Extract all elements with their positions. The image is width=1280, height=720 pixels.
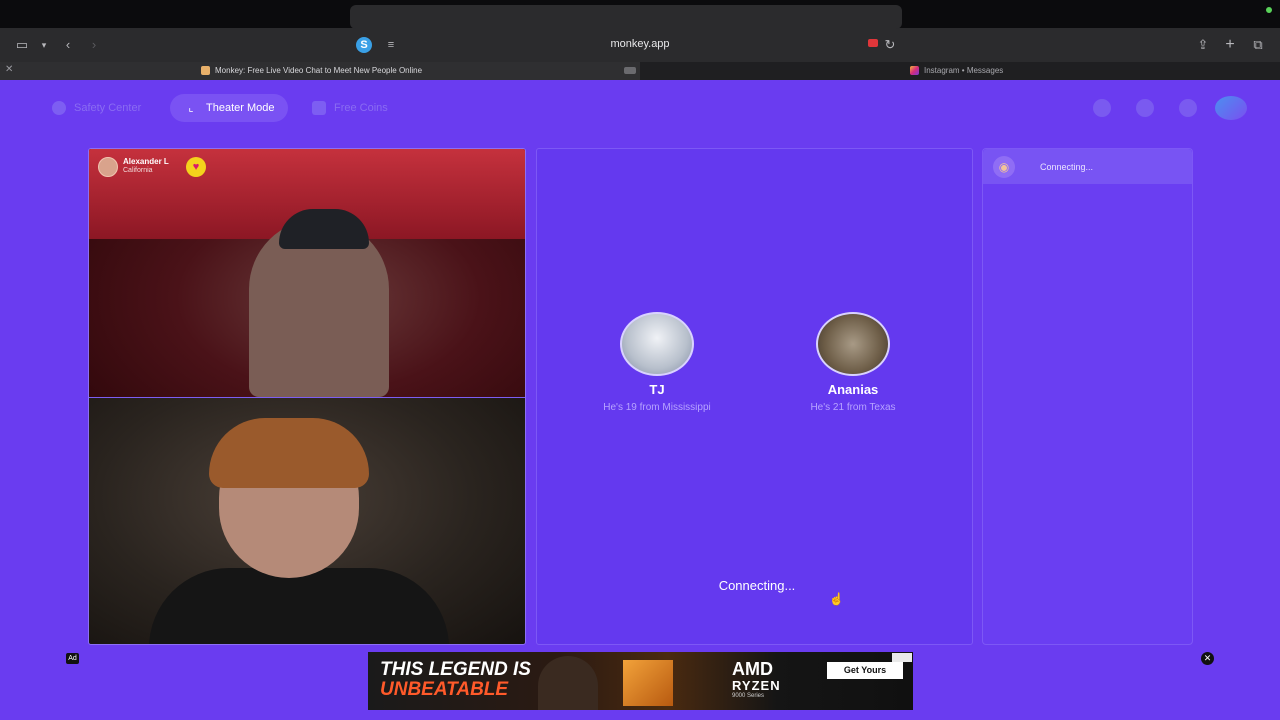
- theater-mode-label: Theater Mode: [206, 102, 275, 114]
- match-subtitle-tj: He's 19 from Mississippi: [603, 402, 711, 413]
- remote-video-feed: Alexander L California ♥: [89, 149, 525, 397]
- hand-cursor-icon: ☝: [829, 592, 844, 606]
- safety-center-button[interactable]: Safety Center: [38, 94, 155, 122]
- camera-recording-icon[interactable]: [868, 39, 878, 47]
- monkey-page: Safety Center ⌞ Theater Mode Free Coins …: [0, 80, 1280, 720]
- video-tab-icon: [624, 67, 636, 74]
- sidebar-toggle-icon[interactable]: ▭: [14, 37, 30, 53]
- address-bar[interactable]: [350, 5, 902, 29]
- close-tab-icon[interactable]: ✕: [5, 64, 13, 75]
- remote-user-name: Alexander L: [123, 157, 169, 166]
- tab-title-monkey[interactable]: Monkey: Free Live Video Chat to Meet New…: [215, 66, 422, 75]
- share-icon[interactable]: ⇪: [1195, 37, 1211, 53]
- tab-title-instagram[interactable]: Instagram • Messages: [924, 66, 1003, 75]
- heart-icon[interactable]: ♥: [186, 157, 206, 177]
- ad-series: 9000 Series: [732, 693, 765, 699]
- remote-person-cap: [279, 209, 369, 249]
- monkey-avatar-icon: ◉: [993, 156, 1015, 178]
- match-avatar-tj[interactable]: [620, 312, 694, 376]
- free-coins-button[interactable]: Free Coins: [298, 94, 402, 122]
- self-person-hair: [209, 418, 369, 488]
- match-name-tj: TJ: [649, 382, 665, 397]
- shield-icon: [52, 101, 66, 115]
- ad-headline-line1: THIS LEGEND IS: [380, 659, 531, 680]
- free-coins-label: Free Coins: [334, 102, 388, 114]
- tab-overview-icon[interactable]: ⧉: [1250, 37, 1266, 53]
- match-card: TJ He's 19 from Mississippi Ananias He's…: [536, 148, 973, 645]
- back-button[interactable]: ‹: [60, 37, 76, 53]
- match-profile-tj[interactable]: TJ He's 19 from Mississippi: [587, 312, 727, 413]
- match-name-ananias: Ananias: [827, 382, 879, 397]
- ad-banner[interactable]: THIS LEGEND IS UNBEATABLE AMD RYZEN 9000…: [368, 652, 913, 710]
- account-avatar[interactable]: [1215, 96, 1247, 120]
- remote-user-avatar[interactable]: [98, 157, 118, 177]
- video-panel: Alexander L California ♥: [88, 148, 526, 645]
- match-avatar-ananias[interactable]: [816, 312, 890, 376]
- match-subtitle-ananias: He's 21 from Texas: [810, 402, 896, 413]
- ad-get-yours-button[interactable]: Get Yours: [827, 662, 903, 679]
- ad-product: RYZEN: [732, 678, 781, 693]
- monkey-favicon-icon: [201, 66, 210, 75]
- expand-icon: ⌞: [188, 102, 194, 114]
- ad-brand: AMD: [732, 659, 773, 679]
- page-settings-icon[interactable]: ≡: [383, 37, 399, 53]
- ad-label: Ad: [66, 653, 79, 664]
- ad-choices-icon[interactable]: [892, 653, 912, 662]
- self-video-feed: [89, 398, 525, 644]
- safety-center-label: Safety Center: [74, 102, 142, 114]
- match-profile-ananias[interactable]: Ananias He's 21 from Texas: [783, 312, 923, 413]
- new-tab-icon[interactable]: +: [1222, 37, 1238, 53]
- connecting-status: Connecting...: [718, 578, 796, 593]
- ad-product-box-image: [623, 660, 673, 706]
- profile-badge-icon[interactable]: [1093, 99, 1111, 117]
- ad-headline-line2: UNBEATABLE: [380, 679, 509, 700]
- history-clock-icon[interactable]: [1136, 99, 1154, 117]
- chevron-down-icon[interactable]: ▾: [36, 37, 52, 53]
- ad-person-image: [538, 656, 598, 710]
- url-text[interactable]: monkey.app: [560, 38, 720, 50]
- extension-s-icon[interactable]: S: [356, 37, 372, 53]
- self-person-shirt: [149, 568, 449, 644]
- chat-header: ◉ Connecting...: [983, 149, 1192, 184]
- ad-close-icon[interactable]: ✕: [1201, 652, 1214, 665]
- theater-mode-button[interactable]: ⌞ Theater Mode: [170, 94, 289, 122]
- camera-indicator-icon: [1266, 7, 1272, 13]
- instagram-favicon-icon: [910, 66, 919, 75]
- messages-chat-icon[interactable]: [1179, 99, 1197, 117]
- reload-icon[interactable]: ↻: [882, 37, 898, 53]
- coins-icon: [312, 101, 326, 115]
- remote-user-location: California: [123, 167, 153, 174]
- chat-connecting-status: Connecting...: [1040, 162, 1094, 172]
- chat-panel: ◉ Connecting...: [982, 148, 1193, 645]
- forward-button[interactable]: ›: [86, 37, 102, 53]
